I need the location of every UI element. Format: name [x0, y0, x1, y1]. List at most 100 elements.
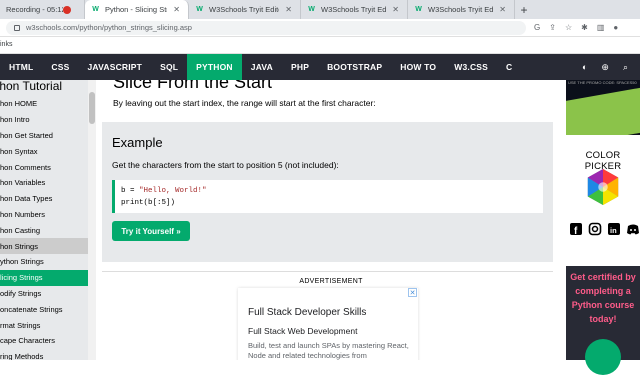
instagram-icon[interactable] [588, 222, 602, 236]
tab-tryit-3[interactable]: W W3Schools Tryit Editor ✕ [408, 0, 515, 19]
code-line: print(b[:5]) [121, 199, 176, 207]
browser-tab-bar: Recording - 05:12 W Python - Slicing Str… [0, 0, 640, 19]
tutorial-sidebar: thon Tutorial hon HOME hon Intro hon Get S… [0, 80, 96, 360]
nav-c[interactable]: C [497, 54, 521, 80]
bookmarks-bar: inks [0, 37, 640, 54]
tab-recording[interactable]: Recording - 05:12 [0, 0, 85, 19]
browser-toolbar: G ⇪ ☆ ✱ ▥ ● [534, 23, 618, 32]
sidebar-item[interactable]: licing Strings [0, 269, 96, 286]
right-column: USE THE PROMO CODE: SPACES50 COLOR PICKE… [566, 80, 640, 375]
tab-tryit-2[interactable]: W W3Schools Tryit Editor ✕ [301, 0, 408, 19]
nav-php[interactable]: PHP [282, 54, 318, 80]
w3schools-favicon-icon: W [196, 6, 203, 13]
tab-label: W3Schools Tryit Editor [209, 5, 280, 14]
nav-right-icons: ◐ ⊕ ⌕ [582, 62, 640, 73]
page-heading: Slice From the Start [113, 80, 273, 92]
sidebar-scroll-thumb[interactable] [89, 92, 95, 124]
search-icon[interactable]: ⌕ [623, 62, 628, 73]
nav-css[interactable]: CSS [42, 54, 78, 80]
sidebar-item[interactable]: cape Characters [0, 333, 96, 349]
sidebar-item[interactable]: hon Numbers [0, 207, 96, 223]
tab-label: Recording - 05:12 [6, 5, 63, 14]
google-icon[interactable]: G [534, 23, 540, 32]
discord-icon[interactable] [626, 222, 640, 236]
theme-toggle-icon[interactable]: ◐ [582, 62, 587, 73]
code-block: b = "Hello, World!" print(b[:5]) [112, 180, 543, 213]
sidebar-item[interactable]: hon Data Types [0, 191, 96, 207]
nav-python[interactable]: PYTHON [187, 54, 242, 80]
code-line: b = "Hello, World!" [121, 185, 543, 197]
ad-title: Full Stack Developer Skills [248, 307, 367, 318]
linkedin-icon[interactable]: in [607, 222, 621, 236]
tab-label: W3Schools Tryit Editor [428, 5, 494, 14]
sidebar-item[interactable]: ython Strings [0, 254, 96, 270]
intro-text: By leaving out the start index, the rang… [113, 98, 376, 108]
w3schools-favicon-icon: W [415, 6, 422, 13]
ad-subtitle: Full Stack Web Development [248, 326, 358, 336]
sidebar-item[interactable]: hon Get Started [0, 128, 96, 144]
get-certified-banner[interactable]: Get certified by completing a Python cou… [566, 266, 640, 375]
sidebar-item[interactable]: hon Comments [0, 159, 96, 175]
share-icon[interactable]: ⇪ [549, 23, 556, 32]
example-title: Example [112, 135, 163, 150]
close-icon[interactable]: ✕ [392, 5, 399, 14]
code-string: "Hello, World!" [139, 187, 207, 195]
sidebar-item[interactable]: hon Syntax [0, 143, 96, 159]
record-dot-icon [63, 5, 71, 14]
sidebar-item[interactable]: odify Strings [0, 286, 96, 302]
w3schools-favicon-icon: W [92, 6, 99, 13]
url-field[interactable]: w3schools.com/python/python_strings_slic… [6, 20, 526, 35]
lock-icon [14, 24, 20, 31]
nav-howto[interactable]: HOW TO [391, 54, 445, 80]
sidebar-item[interactable]: hon Variables [0, 175, 96, 191]
globe-icon[interactable]: ⊕ [601, 62, 609, 73]
example-box: Example Get the characters from the star… [102, 122, 553, 262]
get-certified-text: Get certified by completing a Python cou… [570, 272, 636, 324]
sidebar-item[interactable]: hon Strings [0, 238, 96, 254]
color-wheel-icon[interactable] [584, 168, 622, 206]
certificate-badge-icon [585, 339, 621, 375]
sidebar-item[interactable]: oncatenate Strings [0, 301, 96, 317]
w3schools-favicon-icon: W [308, 6, 315, 13]
close-icon[interactable]: ✕ [173, 5, 180, 14]
bookmarks-label[interactable]: inks [0, 41, 12, 48]
nav-bootstrap[interactable]: BOOTSTRAP [318, 54, 391, 80]
tab-python-slicing[interactable]: W Python - Slicing Strings ✕ [85, 0, 189, 19]
advertisement-label: ADVERTISEMENT [299, 278, 363, 285]
promo-graphic [566, 86, 640, 135]
example-description: Get the characters from the start to pos… [112, 160, 339, 170]
promo-text: USE THE PROMO CODE: SPACES50 [568, 80, 637, 85]
social-icons: f in [569, 222, 640, 236]
nav-html[interactable]: HTML [0, 54, 42, 80]
svg-text:in: in [610, 226, 617, 235]
star-icon[interactable]: ☆ [565, 23, 572, 32]
main-content: Slice From the Start By leaving out the … [96, 80, 566, 360]
extensions-icon[interactable]: ✱ [581, 23, 588, 32]
sidebar-item[interactable]: hon Casting [0, 222, 96, 238]
nav-w3css[interactable]: W3.CSS [445, 54, 497, 80]
facebook-icon[interactable]: f [569, 222, 583, 236]
sidebar-item[interactable]: hon Intro [0, 112, 96, 128]
url-text: w3schools.com/python/python_strings_slic… [26, 23, 192, 32]
sidebar-item[interactable]: ring Methods [0, 349, 96, 360]
sidepanel-icon[interactable]: ▥ [597, 23, 605, 32]
ad-banner[interactable]: ✕ Full Stack Developer Skills Full Stack… [238, 288, 418, 360]
divider [102, 271, 553, 272]
sidebar-item[interactable]: hon HOME [0, 96, 96, 112]
promo-banner[interactable]: USE THE PROMO CODE: SPACES50 [566, 80, 640, 135]
sidebar-item[interactable]: rmat Strings [0, 317, 96, 333]
new-tab-button[interactable]: + [515, 0, 533, 19]
try-it-yourself-button[interactable]: Try it Yourself » [112, 221, 190, 241]
ad-close-icon[interactable]: ✕ [408, 288, 417, 297]
nav-java[interactable]: JAVA [242, 54, 282, 80]
nav-javascript[interactable]: JAVASCRIPT [78, 54, 151, 80]
nav-sql[interactable]: SQL [151, 54, 187, 80]
sidebar-title: thon Tutorial [0, 80, 63, 93]
tab-label: Python - Slicing Strings [105, 5, 167, 14]
close-icon[interactable]: ✕ [499, 5, 506, 14]
profile-icon[interactable]: ● [613, 23, 618, 32]
tab-tryit-1[interactable]: W W3Schools Tryit Editor ✕ [189, 0, 301, 19]
close-icon[interactable]: ✕ [285, 5, 292, 14]
address-bar-row: w3schools.com/python/python_strings_slic… [0, 19, 640, 37]
tab-label: W3Schools Tryit Editor [321, 5, 387, 14]
